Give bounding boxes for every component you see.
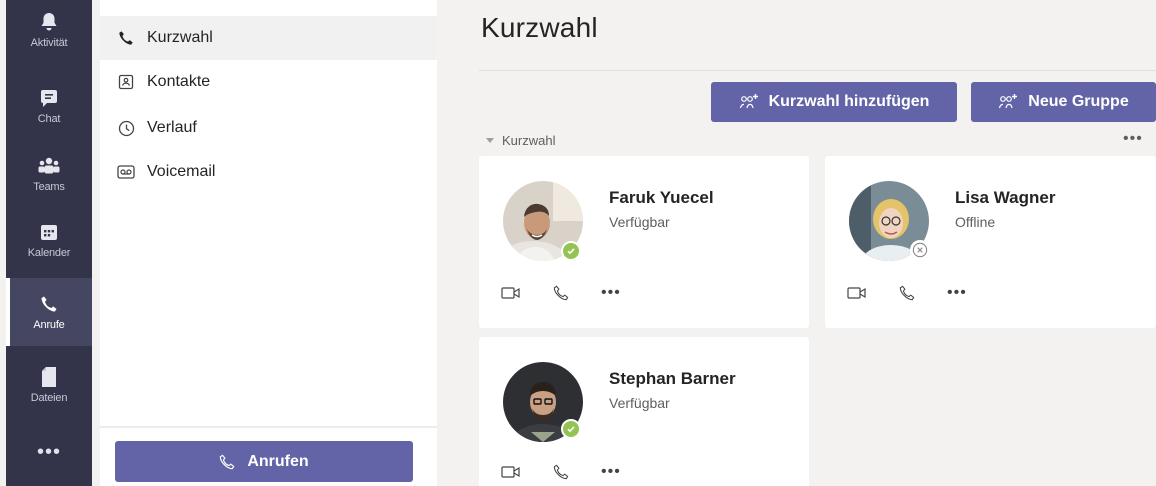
rail-item-activity[interactable]: Aktivität (6, 0, 92, 64)
add-people-icon (739, 93, 759, 111)
video-call-icon[interactable] (501, 286, 521, 300)
nav-divider (100, 426, 437, 428)
card-actions: ••• (501, 463, 653, 481)
main-content: Kurzwahl Kurzwahl hinzufügen Neue Gruppe… (437, 0, 1156, 486)
contact-card[interactable]: Faruk Yuecel Verfügbar ••• (479, 156, 809, 328)
chat-icon (35, 84, 63, 112)
new-group-label: Neue Gruppe (1028, 93, 1129, 110)
nav-item-label: Kurzwahl (147, 29, 213, 46)
contact-status: Verfügbar (609, 214, 670, 230)
contact-status: Verfügbar (609, 395, 670, 411)
rail-item-label: Anrufe (33, 319, 65, 331)
rail-item-label: Aktivität (30, 37, 68, 49)
contact-name: Lisa Wagner (955, 188, 1056, 207)
add-speed-dial-label: Kurzwahl hinzufügen (768, 93, 930, 110)
nav-item-label: Kontakte (147, 73, 211, 90)
rail-item-label: Kalender (27, 247, 71, 259)
presence-available-icon (561, 419, 581, 439)
new-group-button[interactable]: Neue Gruppe (971, 82, 1156, 122)
call-button-label: Anrufen (247, 452, 309, 470)
nav-item-history[interactable]: Verlauf (100, 106, 437, 150)
rail-item-label: Chat (37, 113, 61, 125)
calls-nav-panel: Kurzwahl Kontakte Verlauf Voicemail Anru… (100, 0, 437, 486)
card-actions: ••• (501, 284, 653, 302)
rail-item-calendar[interactable]: Kalender (6, 210, 92, 274)
more-apps-icon[interactable]: ••• (6, 432, 92, 472)
section-more-button[interactable]: ••• (1123, 130, 1143, 148)
phone-icon (117, 29, 135, 47)
nav-item-label: Voicemail (147, 163, 216, 180)
clock-icon (117, 119, 135, 137)
rail-item-chat[interactable]: Chat (6, 76, 92, 140)
nav-item-speed-dial[interactable]: Kurzwahl (100, 16, 437, 60)
call-button[interactable]: Anrufen (115, 441, 413, 482)
card-actions: ••• (847, 284, 999, 302)
teams-window: Aktivität Chat Teams Kalender Anrufe Dat… (0, 0, 1156, 486)
video-call-icon[interactable] (847, 286, 867, 300)
phone-icon (35, 290, 63, 318)
nav-item-label: Verlauf (147, 119, 197, 136)
presence-available-icon (561, 241, 581, 261)
nav-item-contacts[interactable]: Kontakte (100, 60, 437, 104)
contact-name: Faruk Yuecel (609, 188, 714, 207)
page-title: Kurzwahl (481, 12, 598, 43)
contact-card[interactable]: Lisa Wagner Offline ••• (825, 156, 1156, 328)
teams-icon (35, 152, 63, 180)
rail-item-files[interactable]: Dateien (6, 355, 92, 419)
rail-item-label: Dateien (30, 392, 68, 404)
audio-call-icon[interactable] (553, 464, 569, 480)
section-label: Kurzwahl (502, 133, 556, 148)
chevron-down-icon (486, 138, 494, 143)
phone-icon (219, 454, 235, 470)
add-speed-dial-button[interactable]: Kurzwahl hinzufügen (711, 82, 957, 122)
app-rail: Aktivität Chat Teams Kalender Anrufe Dat… (6, 0, 92, 486)
audio-call-icon[interactable] (553, 285, 569, 301)
contact-name: Stephan Barner (609, 369, 736, 388)
contact-card[interactable]: Stephan Barner Verfügbar ••• (479, 337, 809, 486)
nav-item-voicemail[interactable]: Voicemail (100, 150, 437, 194)
title-divider (479, 70, 1156, 71)
more-options-icon[interactable]: ••• (947, 284, 967, 302)
file-icon (35, 363, 63, 391)
presence-offline-icon (910, 240, 930, 260)
more-options-icon[interactable]: ••• (601, 463, 621, 481)
rail-item-calls[interactable]: Anrufe (6, 278, 92, 346)
contact-card-icon (117, 73, 135, 91)
calendar-icon (35, 218, 63, 246)
speed-dial-section-header[interactable]: Kurzwahl (486, 133, 555, 148)
bell-icon (35, 8, 63, 36)
video-call-icon[interactable] (501, 465, 521, 479)
contact-status: Offline (955, 214, 996, 230)
rail-item-label: Teams (33, 181, 65, 193)
add-people-icon (998, 93, 1018, 111)
audio-call-icon[interactable] (899, 285, 915, 301)
more-options-icon[interactable]: ••• (601, 284, 621, 302)
rail-item-teams[interactable]: Teams (6, 144, 92, 208)
voicemail-icon (117, 163, 135, 181)
